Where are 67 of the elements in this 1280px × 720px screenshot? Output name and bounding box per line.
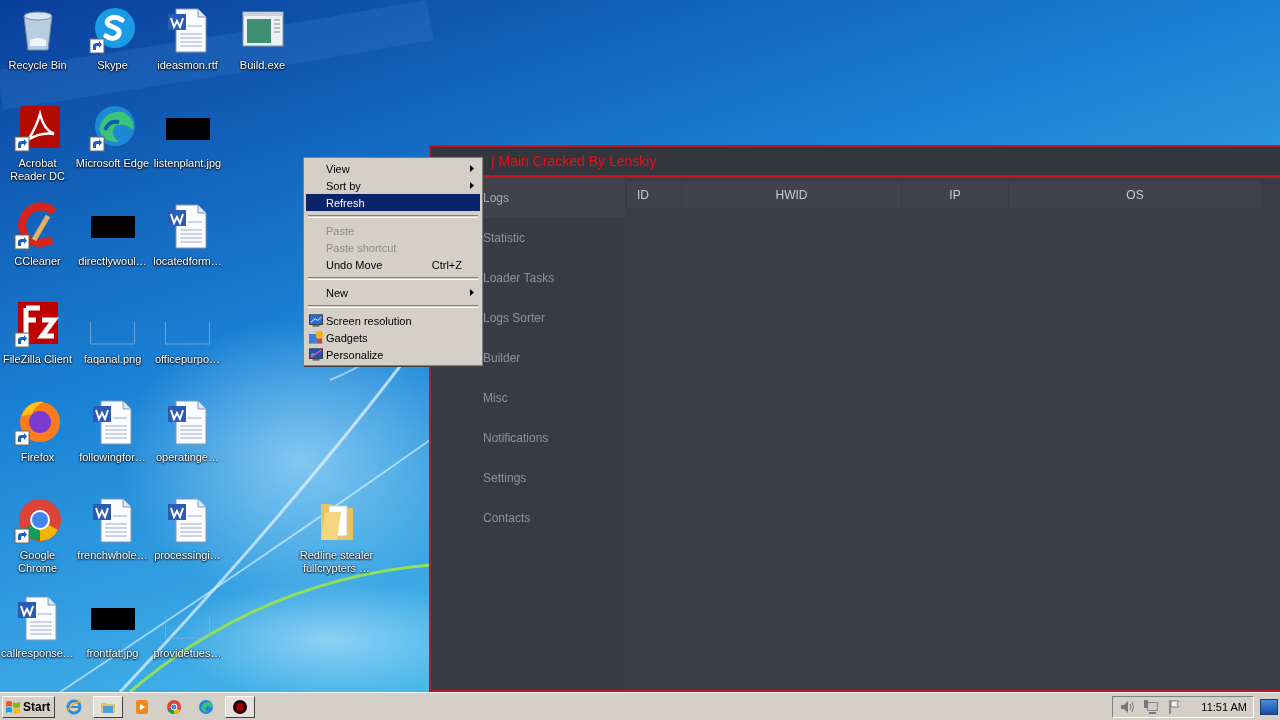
desktop-icon[interactable]: operatinge… <box>150 392 225 490</box>
gadgets-icon <box>309 331 323 344</box>
ie-icon <box>66 698 83 715</box>
menu-label: Paste shortcut <box>326 241 398 254</box>
network-icon[interactable] <box>1143 698 1160 715</box>
column-header[interactable]: IP <box>902 182 1009 208</box>
menu-label: New <box>326 286 349 299</box>
sidebar-item[interactable]: Contacts <box>431 498 625 538</box>
sidebar-item[interactable]: Notifications <box>431 418 625 458</box>
submenu-arrow-icon <box>470 182 474 189</box>
desktop-icon[interactable]: ideasmon.rtf <box>150 0 225 98</box>
monitor-icon <box>309 314 323 327</box>
window-title: | Main Cracked By Lenskiy <box>491 153 657 169</box>
desktop-icon[interactable]: Build.exe <box>225 0 300 98</box>
column-header[interactable]: ID <box>627 182 682 208</box>
column-header[interactable]: HWID <box>682 182 902 208</box>
clock[interactable]: 11:51 AM <box>1201 700 1247 713</box>
sidebar-item[interactable]: Misc <box>431 378 625 418</box>
desktop-icon[interactable]: CCleaner <box>0 196 75 294</box>
desktop-icon[interactable]: locatedform… <box>150 196 225 294</box>
desktop-icon[interactable]: Recycle Bin <box>0 0 75 98</box>
menu-item[interactable]: Screen resolution <box>306 312 480 329</box>
desktop-icon[interactable]: listenplant.jpg <box>150 98 225 196</box>
edge-browser-icon <box>198 698 215 715</box>
desktop-icon[interactable]: callresponse… <box>0 588 75 686</box>
desktop-icon[interactable]: followingfor… <box>75 392 150 490</box>
desktop-icon[interactable]: frontfat.jpg <box>75 588 150 686</box>
submenu-arrow-icon <box>470 165 474 172</box>
desktop-icon[interactable]: processingi… <box>150 490 225 588</box>
submenu-arrow-icon <box>470 289 474 296</box>
app-icon <box>232 698 249 715</box>
menu-label: View <box>326 162 351 175</box>
menu-item[interactable]: Undo Move Ctrl+Z <box>306 256 480 273</box>
menu-item[interactable]: Gadgets <box>306 329 480 346</box>
menu-item[interactable]: Refresh <box>306 194 480 211</box>
taskbar-button[interactable] <box>225 695 256 718</box>
desktop-icon[interactable]: officepurpo… <box>150 294 225 392</box>
shortcut-label: Ctrl+Z <box>431 258 462 271</box>
menu-label: Paste <box>326 224 356 237</box>
taskbar-button[interactable] <box>93 695 124 718</box>
personalize-icon <box>309 348 323 361</box>
desktop-icon[interactable]: Redline stealer fullcrypters … <box>299 490 374 588</box>
menu-label: Refresh <box>326 196 366 209</box>
menu-label: Sort by <box>326 179 362 192</box>
desktop-icon[interactable]: Acrobat Reader DC <box>0 98 75 196</box>
desktop-icon[interactable]: Skype <box>75 0 150 98</box>
desktop-icon[interactable]: FileZilla Client <box>0 294 75 392</box>
desktop-icon[interactable]: directlywoul… <box>75 196 150 294</box>
column-header[interactable]: OS <box>1009 182 1262 208</box>
menu-label: Gadgets <box>326 331 369 344</box>
menu-label: Undo Move <box>326 258 384 271</box>
chrome-icon <box>166 698 183 715</box>
start-button[interactable]: Start <box>2 695 56 718</box>
show-desktop-button[interactable] <box>1260 698 1278 715</box>
menu-label: Screen resolution <box>326 314 413 327</box>
desktop-icon[interactable]: Microsoft Edge <box>75 98 150 196</box>
menu-item[interactable]: Personalize <box>306 346 480 363</box>
media-player-icon <box>134 698 151 715</box>
desktop-icon[interactable]: Firefox <box>0 392 75 490</box>
menu-item[interactable]: View <box>306 160 480 177</box>
desktop-icon[interactable]: faqanal.png <box>75 294 150 392</box>
windows-logo-icon <box>5 698 21 715</box>
desktop-icon[interactable]: Google Chrome <box>0 490 75 588</box>
desktop-icon[interactable]: frenchwhole… <box>75 490 150 588</box>
menu-label: Personalize <box>326 348 385 361</box>
sidebar-item[interactable]: Settings <box>431 458 625 498</box>
menu-item[interactable]: New <box>306 284 480 301</box>
